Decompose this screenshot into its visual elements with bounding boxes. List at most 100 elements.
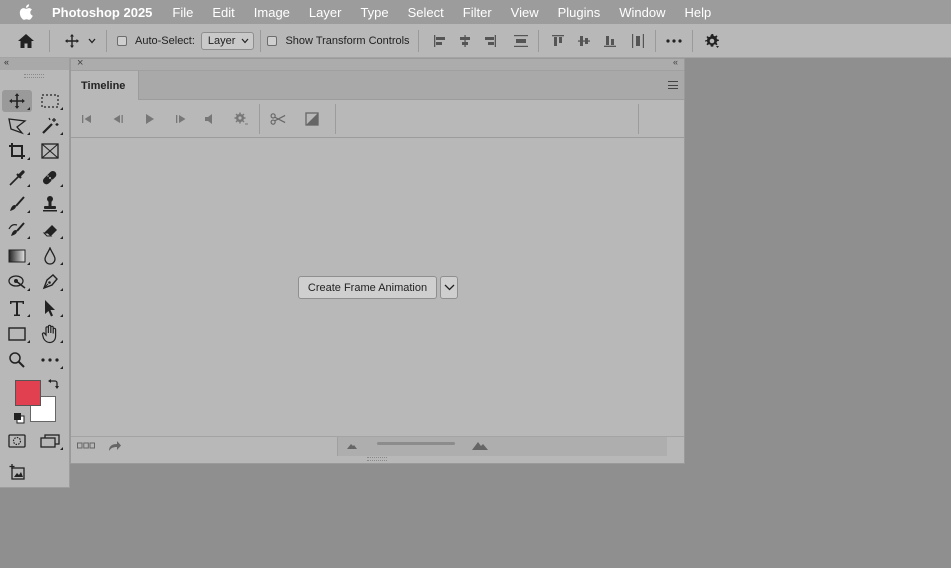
zoom-tool-button[interactable] <box>2 349 32 371</box>
tool-preset-chevron-icon[interactable] <box>84 38 100 44</box>
tool-group-indicator <box>27 210 30 213</box>
menu-edit[interactable]: Edit <box>212 5 234 20</box>
tool-group-indicator <box>60 210 63 213</box>
distribute-horizontal-icon[interactable] <box>627 33 649 49</box>
zoom-in-mountain-icon[interactable] <box>472 441 488 450</box>
auto-select-checkbox[interactable] <box>117 35 127 46</box>
timeline-tab-bar: Timeline <box>71 71 684 100</box>
rectangle-tool-button[interactable] <box>2 323 32 345</box>
split-scissors-icon[interactable] <box>270 111 286 127</box>
distribute-vertical-icon[interactable] <box>510 34 532 48</box>
menu-window[interactable]: Window <box>619 5 665 20</box>
more-tools-button[interactable] <box>35 349 65 371</box>
transition-icon[interactable] <box>304 111 320 127</box>
menu-filter[interactable]: Filter <box>463 5 492 20</box>
move-tool-button[interactable] <box>2 90 32 112</box>
tool-group-indicator <box>27 262 30 265</box>
panel-resize-grip[interactable] <box>367 457 387 461</box>
close-icon[interactable]: × <box>77 57 83 69</box>
menu-file[interactable]: File <box>172 5 193 20</box>
type-tool-button[interactable] <box>2 297 32 319</box>
divider <box>49 29 50 52</box>
go-to-first-frame-icon[interactable] <box>79 111 95 127</box>
zoom-out-mountain-icon[interactable] <box>347 443 357 449</box>
tools-panel-header[interactable]: « <box>0 57 69 70</box>
collapse-panel-icon[interactable]: « <box>673 57 678 67</box>
menu-view[interactable]: View <box>511 5 539 20</box>
magnifier-icon <box>8 351 26 369</box>
align-bottom-icon[interactable] <box>599 34 621 48</box>
screen-mode-button[interactable] <box>35 430 65 452</box>
app-name-menu[interactable]: Photoshop 2025 <box>52 5 152 20</box>
lasso-tool-button[interactable] <box>2 115 32 137</box>
menu-select[interactable]: Select <box>408 5 444 20</box>
panel-menu-icon[interactable] <box>668 81 678 89</box>
align-left-icon[interactable] <box>429 34 451 48</box>
brush-icon <box>8 195 26 213</box>
audio-mute-icon[interactable] <box>201 111 217 127</box>
marquee-tool-button[interactable] <box>35 90 65 112</box>
show-transform-controls-checkbox[interactable] <box>267 35 278 46</box>
menu-help[interactable]: Help <box>685 5 712 20</box>
play-icon[interactable] <box>142 111 158 127</box>
frame-tool-button[interactable] <box>35 140 65 162</box>
edit-toolbar-button[interactable] <box>2 461 32 483</box>
blur-tool-button[interactable] <box>35 245 65 267</box>
chevron-down-icon <box>241 38 249 44</box>
options-bar: Auto-Select: Layer Show Transform Contro… <box>0 24 951 58</box>
menu-layer[interactable]: Layer <box>309 5 342 20</box>
gradient-icon <box>8 249 26 263</box>
screen-mode-icon <box>40 434 60 448</box>
move-tool-icon[interactable] <box>62 33 82 49</box>
magic-wand-tool-button[interactable] <box>35 115 65 137</box>
playback-settings-gear-icon[interactable] <box>233 111 249 127</box>
clone-stamp-tool-button[interactable] <box>35 193 65 215</box>
gradient-tool-button[interactable] <box>2 245 32 267</box>
previous-frame-icon[interactable] <box>110 111 126 127</box>
align-horizontal-center-icon[interactable] <box>454 34 476 48</box>
menu-plugins[interactable]: Plugins <box>558 5 601 20</box>
eraser-tool-button[interactable] <box>35 219 65 241</box>
timeline-zoom-slider[interactable] <box>377 442 455 445</box>
pen-tool-button[interactable] <box>35 271 65 293</box>
tool-group-indicator <box>60 314 63 317</box>
auto-select-target-value: Layer <box>207 34 236 47</box>
dodge-tool-button[interactable] <box>2 271 32 293</box>
next-frame-icon[interactable] <box>173 111 189 127</box>
timeline-panel-titlebar[interactable]: × « <box>71 57 684 71</box>
edit-image-icon <box>8 463 26 481</box>
default-colors-icon[interactable] <box>13 412 25 424</box>
quick-mask-button[interactable] <box>2 430 32 452</box>
panel-grip[interactable] <box>24 74 44 78</box>
align-vertical-center-icon[interactable] <box>573 34 595 48</box>
menu-image[interactable]: Image <box>254 5 290 20</box>
magic-wand-icon <box>41 117 59 135</box>
history-brush-tool-button[interactable] <box>2 219 32 241</box>
eyedropper-tool-button[interactable] <box>2 167 32 189</box>
divider <box>335 104 336 134</box>
timeline-mode-dropdown[interactable] <box>440 276 458 299</box>
gear-icon[interactable] <box>699 32 725 50</box>
swap-colors-icon[interactable] <box>47 378 59 390</box>
eyedropper-icon <box>8 169 26 187</box>
timeline-panel: × « Timeline Create Frame Animation <box>70 57 685 464</box>
create-frame-animation-button[interactable]: Create Frame Animation <box>298 276 437 299</box>
menu-type[interactable]: Type <box>360 5 388 20</box>
render-video-icon[interactable] <box>108 440 122 452</box>
tab-timeline[interactable]: Timeline <box>71 71 139 100</box>
align-right-icon[interactable] <box>479 34 501 48</box>
collapse-panel-icon[interactable]: « <box>4 57 9 67</box>
hand-tool-button[interactable] <box>35 323 65 345</box>
crop-tool-button[interactable] <box>2 140 32 162</box>
home-icon[interactable] <box>13 33 39 49</box>
frame-view-icon[interactable] <box>77 442 95 450</box>
more-options-icon[interactable] <box>662 38 686 43</box>
auto-select-target-dropdown[interactable]: Layer <box>200 31 255 50</box>
history-brush-icon <box>8 221 26 239</box>
healing-brush-tool-button[interactable] <box>35 167 65 189</box>
apple-icon[interactable] <box>18 3 34 21</box>
foreground-color-swatch[interactable] <box>15 380 41 406</box>
brush-tool-button[interactable] <box>2 193 32 215</box>
path-selection-tool-button[interactable] <box>35 297 65 319</box>
align-top-icon[interactable] <box>547 34 569 48</box>
